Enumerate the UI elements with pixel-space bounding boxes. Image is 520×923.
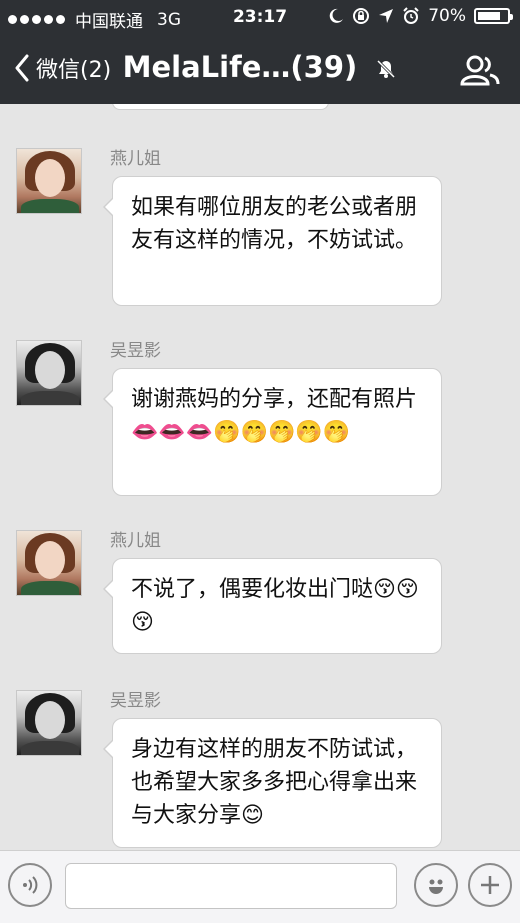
- sender-name: 燕儿姐: [110, 149, 161, 169]
- sender-name: 燕儿姐: [110, 531, 161, 551]
- message-bubble[interactable]: 如果有哪位朋友的老公或者朋友有这样的情况，不妨试试。: [103, 176, 442, 306]
- battery-percent: 70%: [428, 6, 466, 26]
- emoji-button[interactable]: [414, 863, 458, 907]
- chat-title-text: MelaLife…(39): [122, 50, 358, 84]
- status-bar: 中国联通 3G 23:17 70%: [0, 0, 520, 34]
- chat-area[interactable]: 燕儿姐 如果有哪位朋友的老公或者朋友有这样的情况，不妨试试。 吴昱影 谢谢燕妈的…: [0, 104, 520, 850]
- moon-icon: [329, 8, 344, 23]
- alarm-icon: [403, 7, 419, 24]
- previous-message-bubble: [112, 104, 329, 110]
- nav-bar: 微信(2) MelaLife…(39): [0, 34, 520, 104]
- more-options-button[interactable]: [468, 863, 512, 907]
- group-people-icon: [460, 55, 500, 86]
- avatar[interactable]: [16, 148, 82, 214]
- smiley-icon: [429, 879, 443, 894]
- group-members-button[interactable]: [460, 54, 500, 90]
- sender-name: 吴昱影: [110, 691, 161, 711]
- message-bubble[interactable]: 谢谢燕妈的分享，还配有照片👄👄👄🤭🤭🤭🤭🤭: [103, 368, 442, 496]
- mute-icon: [377, 59, 396, 79]
- message-input[interactable]: [65, 863, 397, 909]
- location-icon: [379, 9, 394, 23]
- avatar[interactable]: [16, 690, 82, 756]
- voice-wave-icon: [23, 876, 38, 894]
- avatar[interactable]: [16, 340, 82, 406]
- chat-title: MelaLife…(39): [0, 50, 520, 84]
- rotation-lock-icon: [353, 8, 370, 24]
- sender-name: 吴昱影: [110, 341, 161, 361]
- battery-icon: [474, 8, 513, 24]
- avatar[interactable]: [16, 530, 82, 596]
- message-bubble[interactable]: 不说了，偶要化妆出门哒😚😚😚: [103, 558, 442, 654]
- top-bar: 中国联通 3G 23:17 70% 微信(2) MelaLife…(39): [0, 0, 520, 104]
- voice-input-button[interactable]: [8, 863, 52, 907]
- input-bar: [0, 850, 520, 923]
- plus-icon: [481, 876, 499, 894]
- message-bubble[interactable]: 身边有这样的朋友不防试试，也希望大家多多把心得拿出来与大家分享😊: [103, 718, 442, 848]
